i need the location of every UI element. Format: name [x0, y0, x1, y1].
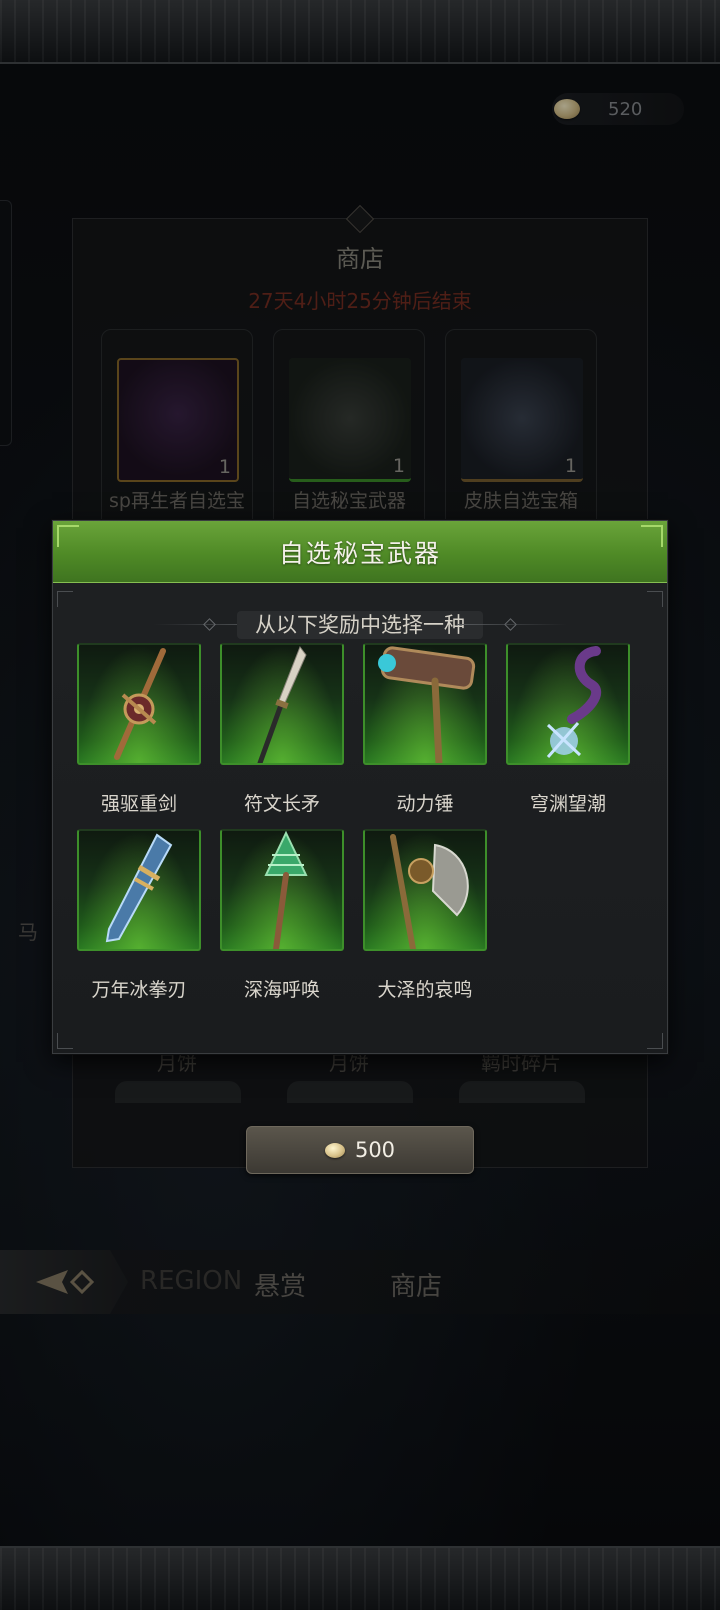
tab-region[interactable]: REGION	[140, 1266, 242, 1296]
shop-title: 商店	[336, 245, 384, 273]
price-pill	[115, 1081, 241, 1103]
ice-blade-icon	[77, 829, 201, 951]
frame-corner	[647, 591, 663, 607]
tab-bounty[interactable]: 悬赏	[254, 1266, 306, 1303]
reward-option[interactable]: 强驱重剑	[77, 643, 201, 833]
side-label: 马	[18, 920, 38, 944]
weapon-rack-icon: 1	[289, 358, 411, 482]
back-button[interactable]	[0, 1250, 128, 1314]
reward-option[interactable]: 穹渊望潮	[506, 643, 630, 833]
shop-item-name: 皮肤自选宝箱	[463, 490, 578, 512]
price-pill	[287, 1081, 413, 1103]
axe-icon	[363, 829, 487, 951]
tentacle-staff-icon	[506, 643, 630, 765]
reward-name: 深海呼唤	[243, 979, 320, 1001]
frame-corner	[57, 591, 73, 607]
frame-corner	[647, 1033, 663, 1049]
shop-item-name: 自选秘宝武器	[291, 490, 406, 512]
reward-option[interactable]: 深海呼唤	[220, 829, 344, 1019]
back-arrow-icon	[36, 1269, 95, 1295]
shop-countdown: 27天4小时25分钟后结束	[248, 289, 472, 313]
header-corner-ornament	[57, 525, 79, 547]
subtitle-row: 从以下奖励中选择一种	[53, 611, 667, 639]
reward-option[interactable]: 动力锤	[363, 643, 487, 833]
shop-item-name: sp再生者自选宝	[109, 490, 245, 512]
bottom-nav: REGION 悬赏 商店	[0, 1250, 720, 1314]
mooncake-coin-icon	[324, 1142, 345, 1158]
top-frame	[0, 0, 720, 64]
reward-name: 大泽的哀鸣	[377, 979, 473, 1001]
currency-display: 520	[552, 93, 684, 125]
buy-price: 500	[354, 1138, 396, 1162]
diamond-ornament-icon	[203, 618, 216, 631]
tab-shop[interactable]: 商店	[390, 1266, 442, 1303]
reward-name: 符文长矛	[243, 793, 320, 815]
frame-corner	[57, 1033, 73, 1049]
bottom-frame	[0, 1546, 720, 1610]
spear-icon	[220, 643, 344, 765]
divider-line	[457, 624, 567, 625]
currency-amount: 520	[608, 98, 643, 120]
reward-name: 强驱重剑	[100, 793, 177, 815]
modal-title: 自选秘宝武器	[278, 538, 441, 568]
dark-armor-icon: 1	[117, 358, 239, 482]
price-pill	[459, 1081, 585, 1103]
chest-icon: 1	[461, 358, 583, 482]
reward-name: 万年冰拳刃	[91, 979, 187, 1001]
shell-mace-icon	[220, 829, 344, 951]
left-side-panel-edge	[0, 200, 12, 446]
reward-option[interactable]: 大泽的哀鸣	[363, 829, 487, 1019]
buy-button[interactable]: 500	[246, 1126, 474, 1174]
reward-selection-modal: 自选秘宝武器 从以下奖励中选择一种 强驱重剑 符文长矛 动力锤 穹渊望潮 万年冰…	[52, 520, 668, 1054]
reward-name: 穹渊望潮	[529, 793, 606, 815]
modal-subtitle: 从以下奖励中选择一种	[237, 611, 483, 639]
greatsword-icon	[77, 643, 201, 765]
reward-name: 动力锤	[396, 793, 454, 815]
reward-option[interactable]: 万年冰拳刃	[77, 829, 201, 1019]
mooncake-coin-icon	[554, 99, 580, 119]
reward-option[interactable]: 符文长矛	[220, 643, 344, 833]
hammer-icon	[363, 643, 487, 765]
header-corner-ornament	[641, 525, 663, 547]
modal-header: 自选秘宝武器	[53, 521, 667, 583]
